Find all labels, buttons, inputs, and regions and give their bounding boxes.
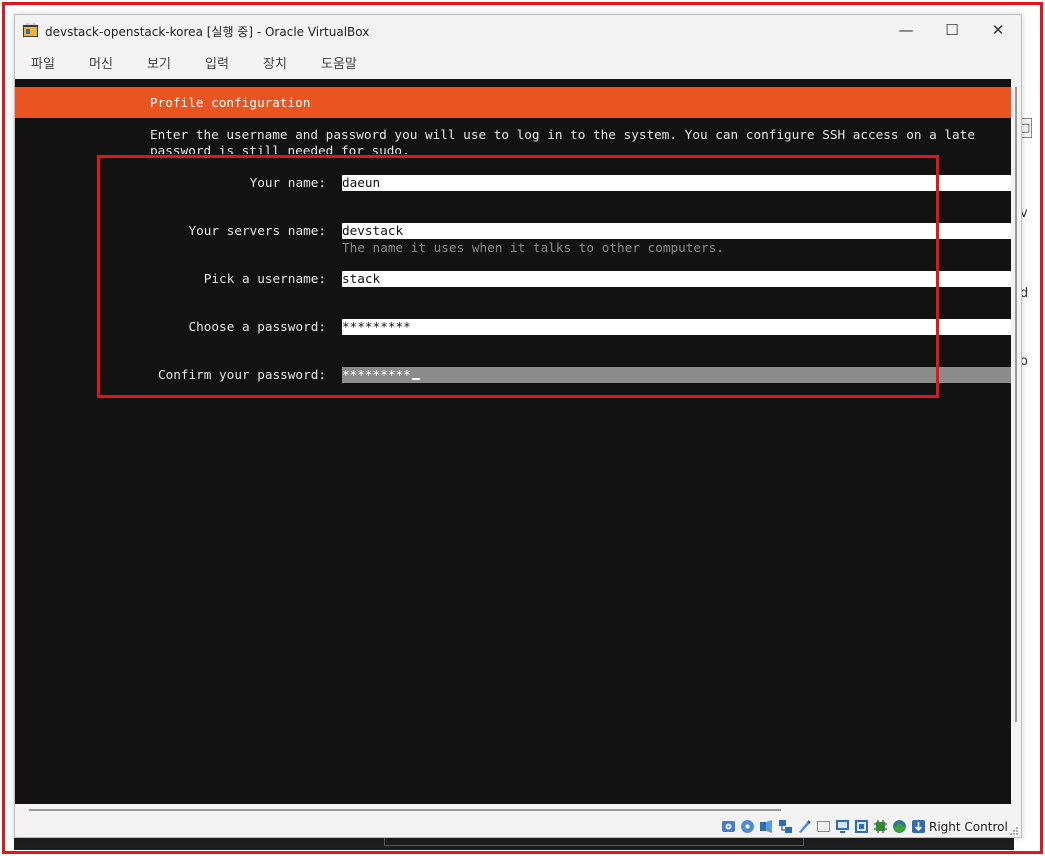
annotation-outer-frame bbox=[2, 2, 1043, 854]
